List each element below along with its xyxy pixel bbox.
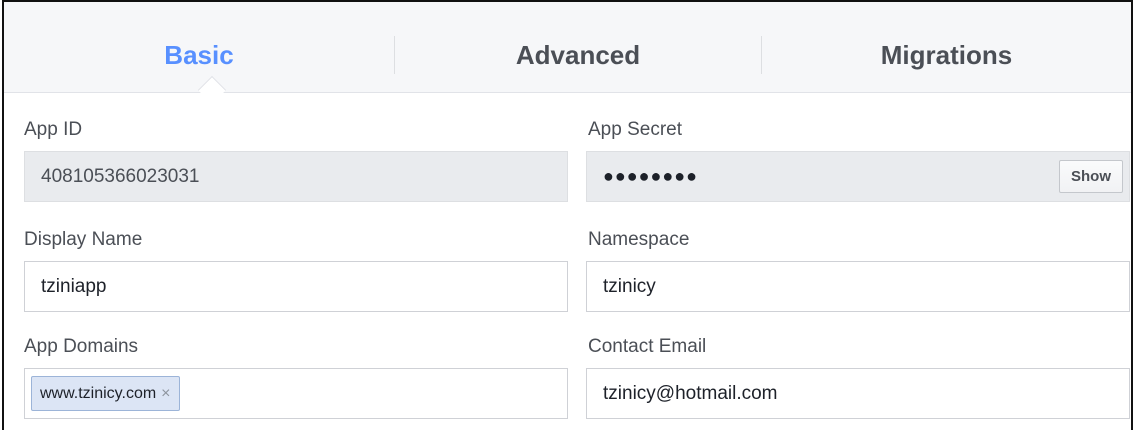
namespace-input[interactable]: tzinicy <box>586 261 1130 312</box>
tab-basic[interactable]: Basic <box>4 2 394 92</box>
app-domains-label: App Domains <box>24 336 139 357</box>
show-secret-button[interactable]: Show <box>1059 160 1123 193</box>
tab-migrations[interactable]: Migrations <box>762 2 1131 92</box>
app-id-field: 408105366023031 <box>24 151 568 202</box>
contact-email-label: Contact Email <box>588 336 707 357</box>
tab-advanced[interactable]: Advanced <box>395 2 761 92</box>
domain-token-text: www.tzinicy.com <box>40 385 157 402</box>
settings-tab-bar: Basic Advanced Migrations <box>4 2 1131 105</box>
domain-token: www.tzinicy.com × <box>31 376 180 411</box>
app-domains-input[interactable]: www.tzinicy.com × <box>24 368 568 419</box>
namespace-label: Namespace <box>588 229 690 250</box>
app-settings-panel: Basic Advanced Migrations App ID 4081053… <box>2 0 1133 430</box>
display-name-label: Display Name <box>24 229 143 250</box>
remove-token-icon[interactable]: × <box>161 377 170 410</box>
contact-email-input[interactable]: tzinicy@hotmail.com <box>586 368 1130 419</box>
app-secret-label: App Secret <box>588 119 682 140</box>
app-secret-field: ●●●●●●●● Show <box>586 151 1130 202</box>
display-name-input[interactable]: tziniapp <box>24 261 568 312</box>
app-secret-masked-value: ●●●●●●●● <box>603 166 698 186</box>
app-id-label: App ID <box>24 119 83 140</box>
